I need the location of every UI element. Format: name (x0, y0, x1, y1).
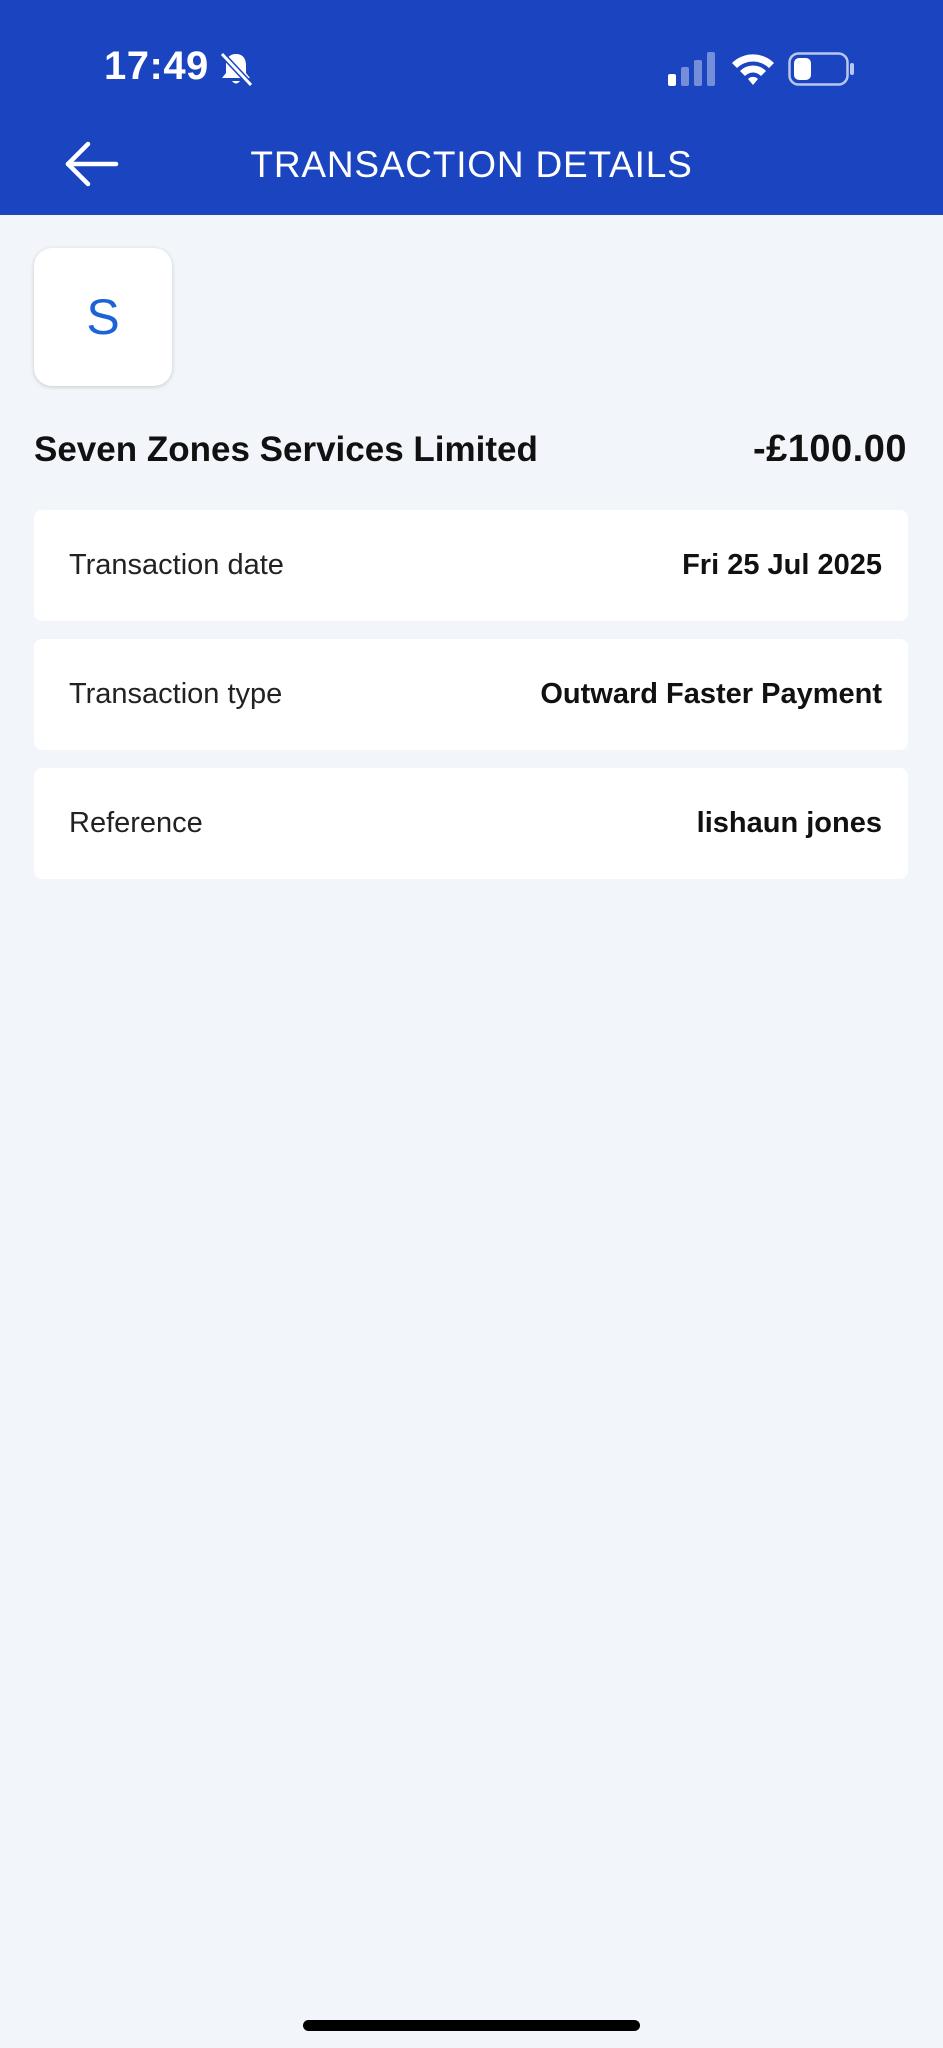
avatar-letter: S (86, 289, 120, 345)
detail-label: Transaction date (69, 549, 284, 581)
detail-label: Transaction type (69, 678, 283, 710)
detail-row-type: Transaction type Outward Faster Payment (34, 639, 908, 750)
detail-value: Fri 25 Jul 2025 (682, 549, 882, 581)
transaction-amount: -£100.00 (752, 428, 907, 470)
battery-icon (788, 52, 854, 86)
detail-value: Outward Faster Payment (540, 678, 882, 710)
wifi-icon (732, 54, 774, 85)
merchant-avatar: S (34, 248, 172, 386)
merchant-name: Seven Zones Services Limited (34, 430, 538, 469)
status-time: 17:49 (104, 44, 209, 88)
bell-muted-icon (219, 51, 254, 88)
page-title: TRANSACTION DETAILS (250, 144, 693, 185)
detail-label: Reference (69, 807, 203, 839)
transaction-details-screen: 17:49 TRANSACTION DETAILS S Seven Zones … (0, 0, 943, 2048)
home-indicator[interactable] (303, 2020, 640, 2031)
app-header: 17:49 TRANSACTION DETAILS (0, 0, 943, 215)
signal-icon (668, 52, 715, 86)
detail-row-date: Transaction date Fri 25 Jul 2025 (34, 510, 908, 621)
detail-value: lishaun jones (696, 807, 882, 839)
detail-row-reference: Reference lishaun jones (34, 768, 908, 879)
